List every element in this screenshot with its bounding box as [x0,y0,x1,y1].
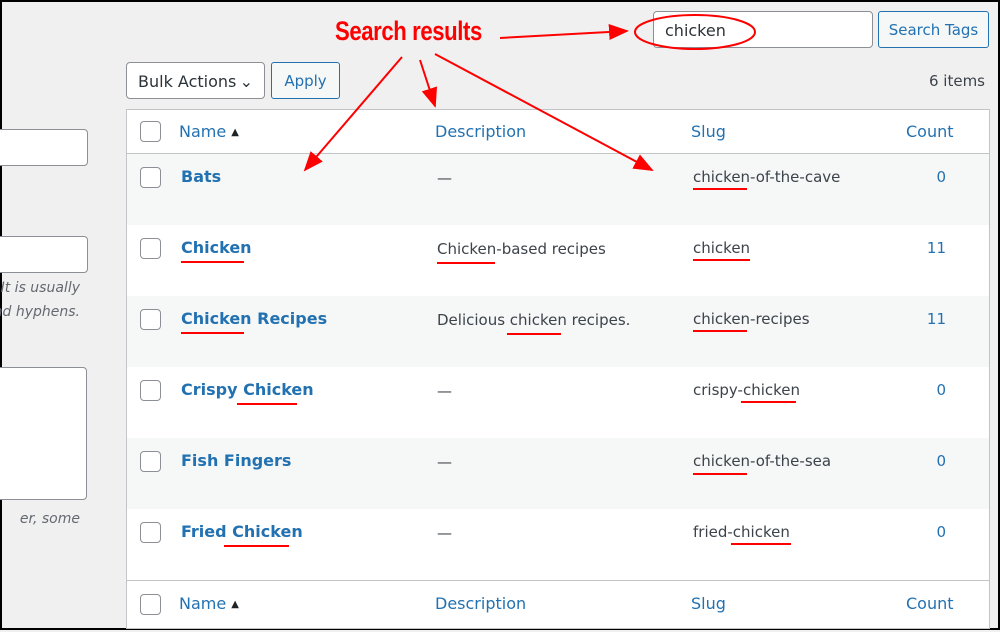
arrow [499,24,629,40]
arrow [419,59,438,108]
arrow [434,53,654,171]
search-highlight-ellipse [634,14,756,50]
annotation-overlay [181,14,796,547]
arrow [303,56,403,172]
